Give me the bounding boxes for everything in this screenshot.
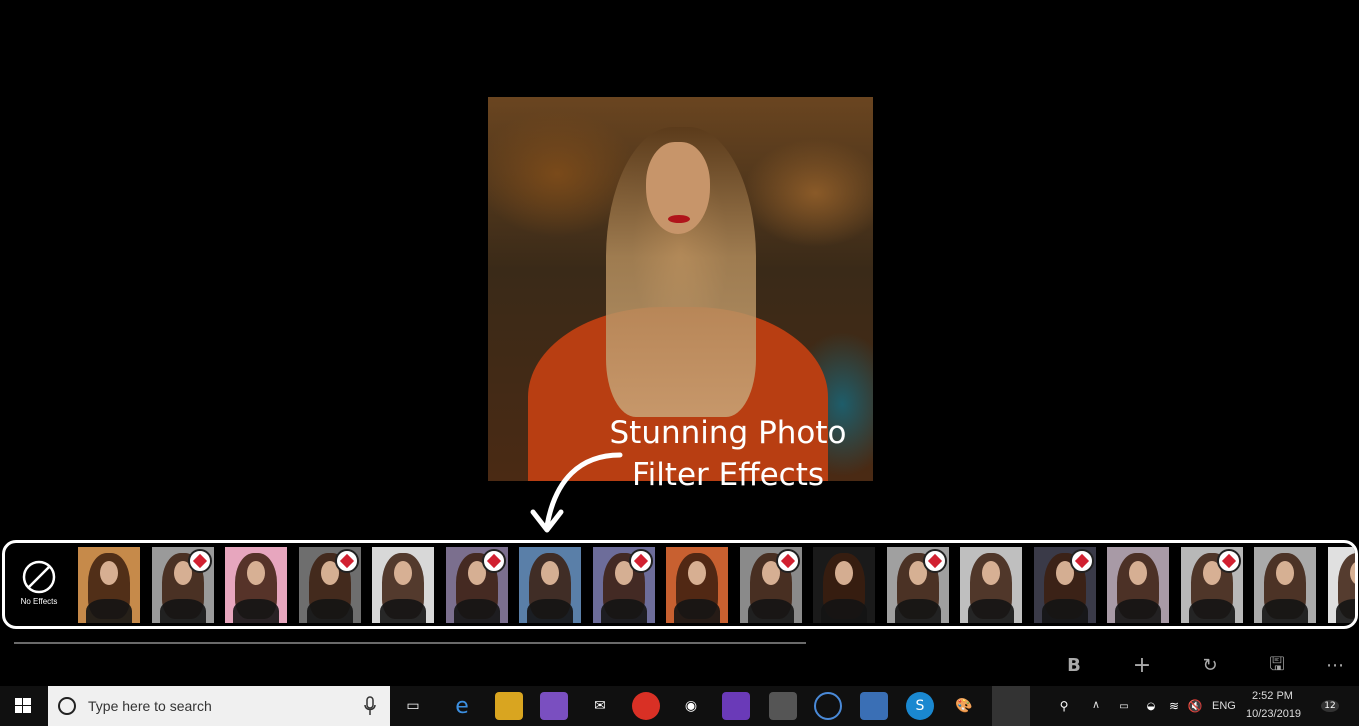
filter-strip[interactable]: No Effects [2,540,1358,629]
filter-thumbnail[interactable] [740,547,802,623]
thumbnail-body [527,599,573,623]
notification-center-icon[interactable]: 12 [1316,692,1344,720]
camera-app-icon[interactable]: ◉ [677,692,705,720]
taskbar-search-box[interactable]: Type here to search [48,686,390,726]
battery-icon[interactable]: ▭ [1110,692,1138,720]
store-icon[interactable] [860,692,888,720]
add-button[interactable]: + [1124,652,1160,678]
no-effects-label: No Effects [20,597,58,606]
paint-icon[interactable]: 🎨 [950,692,978,720]
premium-badge-icon [1070,549,1094,573]
no-effects-icon [22,560,56,594]
thumbnail-face [835,561,853,585]
filter-thumbnail[interactable] [1328,547,1355,623]
premium-badge-icon [482,549,506,573]
thumbnail-body [380,599,426,623]
thumbnail-face [541,561,559,585]
visual-studio-icon[interactable] [540,692,568,720]
thumbnail-body [748,599,794,623]
skype-icon[interactable]: S [906,692,934,720]
thumbnail-body [1262,599,1308,623]
filter-thumbnail[interactable] [813,547,875,623]
photo-app-active-icon[interactable] [992,686,1030,726]
no-effects-button[interactable]: No Effects [13,559,65,606]
filter-thumbnail[interactable] [1107,547,1169,623]
mail-icon[interactable]: ✉ [586,692,614,720]
premium-badge-icon [335,549,359,573]
microphone-icon[interactable] [364,696,376,716]
chrome-icon[interactable] [632,692,660,720]
premium-badge-icon [629,549,653,573]
thumbnail-face [394,561,412,585]
thumbnail-face [688,561,706,585]
database-icon[interactable] [769,692,797,720]
thumbnail-face [982,561,1000,585]
bold-button[interactable]: B [1056,652,1092,678]
filter-thumbnail[interactable] [519,547,581,623]
cortana-icon [58,697,76,715]
filter-thumbnail[interactable] [299,547,361,623]
windows-taskbar: Type here to search ▭ e ✉ ◉ S 🎨 ⚲ ∧ ▭ ◒ … [0,686,1359,726]
thumbnail-body [454,599,500,623]
volume-muted-icon[interactable]: 🔇 [1181,692,1209,720]
filter-thumbnail[interactable] [593,547,655,623]
notification-count: 12 [1321,700,1339,712]
thumbnail-body [601,599,647,623]
filter-thumbnail[interactable] [1181,547,1243,623]
file-explorer-icon[interactable] [495,692,523,720]
filter-thumbnail[interactable] [446,547,508,623]
thumbnail-face [100,561,118,585]
people-icon[interactable]: ⚲ [1050,692,1078,720]
premium-badge-icon [188,549,212,573]
language-indicator[interactable]: ENG [1212,700,1236,712]
filter-thumbnail[interactable] [960,547,1022,623]
thumbnail-face [1129,561,1147,585]
browser-icon[interactable] [814,692,842,720]
progress-line [14,642,806,644]
windows-logo-icon [15,698,31,713]
thumbnail-face [1276,561,1294,585]
thumbnail-body [674,599,720,623]
save-button[interactable]: 🖫 [1259,652,1295,678]
thumbnail-body [968,599,1014,623]
thumbnail-body [86,599,132,623]
start-button[interactable] [0,686,46,726]
curved-arrow-icon [530,452,623,533]
visual-studio-2-icon[interactable] [722,692,750,720]
premium-badge-icon [776,549,800,573]
thumbnail-body [1189,599,1235,623]
preview-lips [668,215,690,223]
task-view-icon[interactable]: ▭ [399,692,427,720]
search-placeholder: Type here to search [88,698,212,714]
edge-browser-icon[interactable]: e [448,692,476,720]
filter-thumbnail[interactable] [666,547,728,623]
filter-thumbnail[interactable] [1034,547,1096,623]
filter-thumbnail[interactable] [225,547,287,623]
filter-thumbnail[interactable] [152,547,214,623]
premium-badge-icon [1217,549,1241,573]
tray-overflow-icon[interactable]: ∧ [1092,698,1100,711]
thumbnail-body [1336,599,1355,623]
filter-thumbnail[interactable] [372,547,434,623]
clock-date[interactable]: 10/23/2019 [1246,708,1301,720]
rotate-button[interactable]: ↻ [1192,652,1228,678]
more-button[interactable]: ⋯ [1317,652,1353,678]
thumbnail-face [247,561,265,585]
thumbnail-body [821,599,867,623]
thumbnail-body [1042,599,1088,623]
filter-thumbnail[interactable] [887,547,949,623]
clock-time[interactable]: 2:52 PM [1252,690,1293,702]
thumbnail-body [160,599,206,623]
thumbnail-body [895,599,941,623]
thumbnail-body [233,599,279,623]
thumbnail-body [307,599,353,623]
filter-thumbnail[interactable] [78,547,140,623]
filter-thumbnail[interactable] [1254,547,1316,623]
caption-line-1: Stunning Photo [609,415,847,451]
premium-badge-icon [923,549,947,573]
thumbnail-body [1115,599,1161,623]
